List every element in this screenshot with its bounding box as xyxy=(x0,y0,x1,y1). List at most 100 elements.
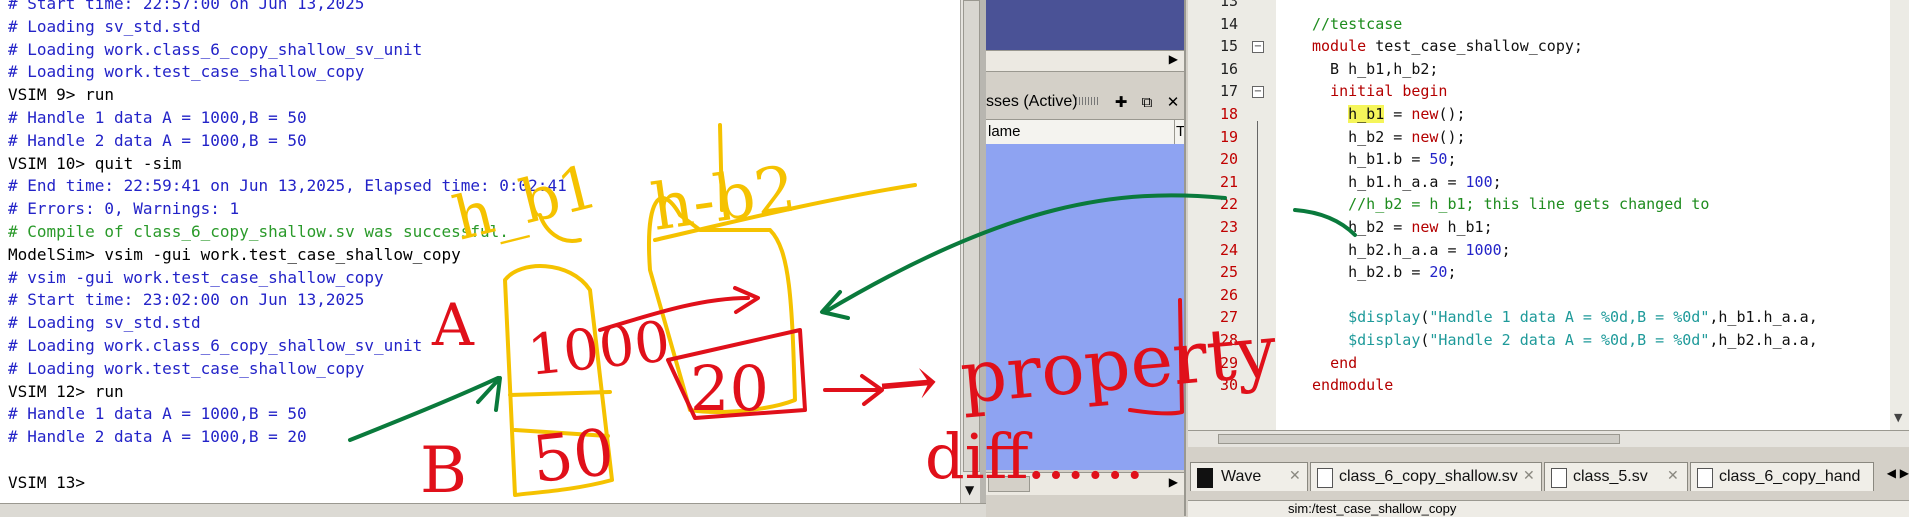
scrollbar-thumb[interactable] xyxy=(988,476,1030,492)
transcript-line: # Handle 1 data A = 1000,B = 50 xyxy=(8,404,307,424)
transcript-pane[interactable]: # Start time: 22:57:00 on Jun 13,2025 # L… xyxy=(0,0,986,503)
close-tab-icon[interactable]: ✕ xyxy=(1523,468,1535,484)
scroll-down-icon[interactable]: ▼ xyxy=(1894,411,1902,424)
fold-toggle-icon[interactable]: − xyxy=(1252,41,1264,54)
status-text: sim:/test_case_shallow_copy xyxy=(1288,501,1457,516)
tab-label: class_6_copy_hand xyxy=(1719,468,1861,485)
code-line[interactable]: h_b2 = new h_b1; xyxy=(1312,216,1493,239)
line-number: 15 xyxy=(1219,37,1238,56)
wave-header-area xyxy=(986,0,1184,50)
transcript-scrollbar[interactable]: ▼ xyxy=(960,0,981,503)
tab-class-5[interactable]: class_5.sv ✕ xyxy=(1544,462,1688,491)
transcript-line: VSIM 10> quit -sim xyxy=(8,153,182,173)
source-editor-pane: ▼ 13 14 //testcase 15 module test_case_shall… xyxy=(1188,0,1909,517)
transcript-line: VSIM 13> xyxy=(8,472,86,492)
tab-scroll-arrows-icon[interactable]: ◀ ▶ xyxy=(1887,466,1909,480)
close-tab-icon[interactable]: ✕ xyxy=(1667,468,1679,484)
file-icon xyxy=(1317,468,1333,488)
transcript-line: # Loading sv_std.std xyxy=(8,313,201,333)
transcript-line: # End time: 22:59:41 on Jun 13,2025, Ela… xyxy=(8,176,567,196)
tab-label: class_5.sv xyxy=(1573,468,1648,485)
line-number: 21 xyxy=(1219,172,1238,191)
processes-pane: ▶ sses (Active) ✚ ⧉ ✕ lame T ▶ xyxy=(986,0,1186,516)
scrollbar-thumb[interactable] xyxy=(963,0,980,472)
line-number: 24 xyxy=(1219,240,1238,259)
code-line[interactable]: h_b2 = new(); xyxy=(1312,126,1465,149)
code-line[interactable]: //testcase xyxy=(1312,13,1402,36)
column-divider[interactable] xyxy=(1174,120,1175,144)
transcript-line: VSIM 9> run xyxy=(8,85,114,105)
dock-plus-icon[interactable]: ✚ xyxy=(1110,91,1132,113)
code-line[interactable]: h_b2.b = 20; xyxy=(1312,261,1456,284)
wave-icon xyxy=(1197,468,1213,488)
transcript-bottom-strip xyxy=(0,503,986,517)
transcript-line: # Compile of class_6_copy_shallow.sv was… xyxy=(8,221,509,241)
column-header-row: lame T xyxy=(986,119,1185,145)
line-number: 23 xyxy=(1219,218,1238,236)
transcript-line: # Loading work.class_6_copy_shallow_sv_u… xyxy=(8,39,423,59)
processes-list[interactable] xyxy=(986,144,1184,470)
transcript-line: # Loading work.class_6_copy_shallow_sv_u… xyxy=(8,335,423,355)
pane-splitter[interactable] xyxy=(1184,0,1186,516)
scroll-down-icon[interactable]: ▼ xyxy=(965,483,974,497)
transcript-line: # Start time: 22:57:00 on Jun 13,2025 xyxy=(8,0,365,13)
line-number: 20 xyxy=(1219,150,1238,169)
transcript-line: # Loading work.test_case_shallow_copy xyxy=(8,358,365,378)
editor-tabs: Wave ✕ class_6_copy_shallow.sv ✕ class_5… xyxy=(1188,460,1909,496)
code-line[interactable]: $display("Handle 2 data A = %0d,B = %0d"… xyxy=(1312,329,1818,352)
tab-class-6-copy-shallow[interactable]: class_6_copy_shallow.sv ✕ xyxy=(1310,462,1542,491)
code-line[interactable]: module test_case_shallow_copy; xyxy=(1312,35,1583,58)
drag-grip-icon[interactable] xyxy=(1076,97,1100,105)
scrollbar-thumb[interactable] xyxy=(1218,434,1620,444)
scroll-right-icon[interactable]: ▶ xyxy=(1169,475,1178,489)
line-number: 25 xyxy=(1219,263,1238,282)
transcript-lines: # Start time: 22:57:00 on Jun 13,2025 # L… xyxy=(8,0,567,495)
scroll-right-icon[interactable]: ▶ xyxy=(1169,52,1178,66)
line-number: 14 xyxy=(1219,14,1238,33)
transcript-line: # Loading sv_std.std xyxy=(8,16,201,36)
panel-title: sses (Active) xyxy=(986,93,1078,110)
transcript-line: VSIM 12> run xyxy=(8,381,124,401)
transcript-line: # Handle 2 data A = 1000,B = 50 xyxy=(8,130,307,150)
transcript-line: # Loading work.test_case_shallow_copy xyxy=(8,62,365,82)
line-number: 30 xyxy=(1219,376,1238,395)
transcript-line: # Errors: 0, Warnings: 1 xyxy=(8,199,240,219)
code-line[interactable]: initial begin xyxy=(1312,80,1447,103)
lower-horizontal-scrollbar[interactable]: ▶ xyxy=(986,472,1184,495)
transcript-line: # Handle 2 data A = 1000,B = 20 xyxy=(8,427,307,447)
tab-class-6-copy-hand[interactable]: class_6_copy_hand xyxy=(1690,462,1874,491)
code-line[interactable]: B h_b1,h_b2; xyxy=(1312,58,1438,81)
code-line[interactable]: h_b1.h_a.a = 100; xyxy=(1312,171,1502,194)
line-number: 16 xyxy=(1219,59,1238,78)
line-number: 27 xyxy=(1219,308,1238,327)
tab-wave[interactable]: Wave ✕ xyxy=(1190,462,1308,491)
transcript-line: ModelSim> vsim -gui work.test_case_shall… xyxy=(8,244,461,264)
editor-horizontal-scrollbar[interactable] xyxy=(1188,430,1909,447)
fold-toggle-icon[interactable]: − xyxy=(1252,86,1264,99)
file-icon xyxy=(1551,468,1567,488)
file-icon xyxy=(1697,468,1713,488)
line-number: 28 xyxy=(1219,331,1238,349)
editor-vertical-scrollbar[interactable]: ▼ xyxy=(1890,0,1909,430)
code-line[interactable]: h_b1.b = 50; xyxy=(1312,148,1456,171)
fold-guide-line xyxy=(1257,121,1258,370)
line-number: 19 xyxy=(1219,127,1238,146)
transcript-line: # Handle 1 data A = 1000,B = 50 xyxy=(8,107,307,127)
line-number: 22 xyxy=(1219,195,1238,214)
code-line[interactable]: h_b1 = new(); xyxy=(1312,103,1466,126)
column-header-name[interactable]: lame xyxy=(988,123,1021,140)
code-line[interactable]: h_b2.h_a.a = 1000; xyxy=(1312,239,1511,262)
upper-horizontal-scrollbar[interactable]: ▶ xyxy=(986,50,1184,72)
transcript-line: # Start time: 23:02:00 on Jun 13,2025 xyxy=(8,290,365,310)
code-line[interactable]: $display("Handle 1 data A = %0d,B = %0d"… xyxy=(1312,306,1818,329)
line-number: 26 xyxy=(1219,285,1238,304)
close-panel-icon[interactable]: ✕ xyxy=(1162,91,1184,113)
code-line[interactable]: end xyxy=(1312,352,1357,375)
code-line[interactable]: endmodule xyxy=(1312,374,1393,397)
close-tab-icon[interactable]: ✕ xyxy=(1289,468,1301,484)
undock-icon[interactable]: ⧉ xyxy=(1136,91,1158,113)
line-number: 18 xyxy=(1219,105,1238,123)
tab-label: Wave xyxy=(1221,468,1262,485)
transcript-line xyxy=(8,449,567,472)
code-line[interactable]: //h_b2 = h_b1; this line gets changed to xyxy=(1312,193,1709,216)
